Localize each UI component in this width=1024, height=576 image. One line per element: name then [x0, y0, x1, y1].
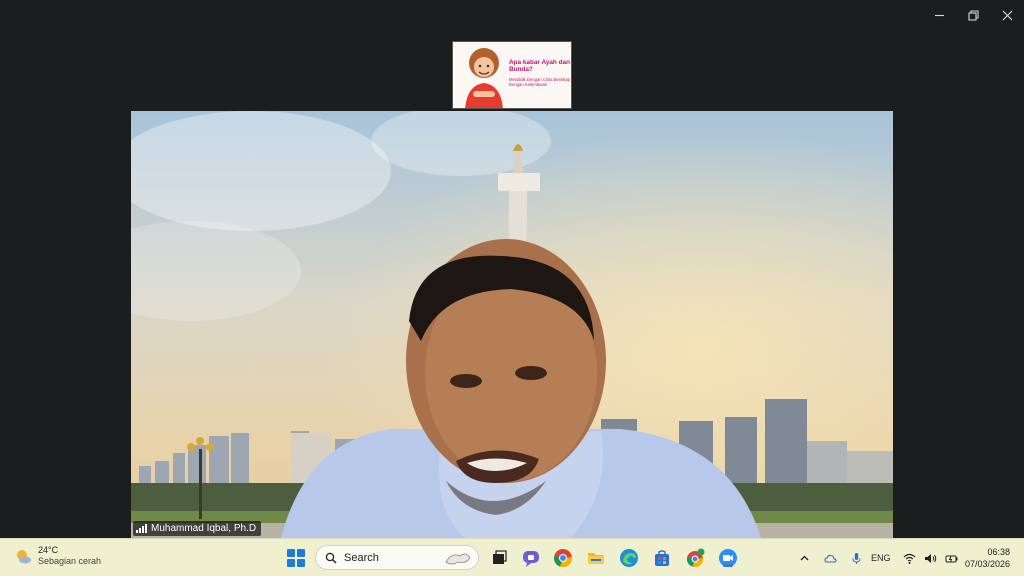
- store-icon: [655, 550, 669, 566]
- close-button[interactable]: [990, 0, 1024, 30]
- weather-widget[interactable]: 24°C Sebagian cerah: [14, 545, 101, 567]
- participant-name-tag: Muhammad Iqbal, Ph.D: [133, 521, 262, 536]
- chrome-profile-icon: [686, 548, 705, 568]
- participant-name: Muhammad Iqbal, Ph.D: [151, 523, 257, 534]
- close-icon: [1002, 10, 1012, 20]
- battery-icon: [943, 550, 959, 566]
- signal-bars-icon: [136, 524, 147, 533]
- store-button[interactable]: [651, 547, 673, 569]
- weather-desc: Sebagian cerah: [38, 556, 102, 566]
- clock-time: 06:38: [987, 547, 1010, 557]
- task-view-button[interactable]: [488, 547, 510, 569]
- onedrive-button[interactable]: [822, 550, 838, 566]
- chrome-button[interactable]: [552, 547, 574, 569]
- file-explorer-button[interactable]: [585, 547, 607, 569]
- thumbnail-title: Apa kabar Ayah dan Bunda?: [509, 59, 570, 73]
- quick-settings[interactable]: [901, 539, 959, 576]
- cloud-icon: [823, 554, 837, 563]
- edge-button[interactable]: [618, 547, 640, 569]
- edge-icon: [620, 549, 638, 567]
- task-view-icon: [493, 550, 507, 564]
- clock-date: 07/03/2026: [964, 559, 1010, 569]
- search-highlight-icon: [445, 553, 471, 565]
- partly-sunny-icon: [17, 550, 31, 564]
- video-frame: [131, 111, 893, 538]
- search-placeholder: Search: [344, 551, 379, 564]
- minimize-icon: [934, 14, 944, 16]
- windows-logo-pane: [287, 559, 295, 567]
- windows-logo-icon: [287, 549, 295, 557]
- thumbnail-subtitle: Mendidik Dengan Cinta Bersikap Dengan Ke…: [509, 77, 570, 87]
- active-app-indicator: [723, 564, 733, 567]
- wifi-icon: [901, 550, 917, 566]
- chrome-icon: [553, 549, 573, 568]
- chrome-profile-button[interactable]: [684, 547, 706, 569]
- taskbar: 24°C Sebagian cerah Search ENG 06:38 07/…: [0, 538, 1024, 576]
- participant-video[interactable]: Muhammad Iqbal, Ph.D: [131, 111, 893, 538]
- language-indicator[interactable]: ENG: [871, 539, 891, 576]
- weather-temp: 24°C: [38, 545, 59, 555]
- file-explorer-icon: [588, 553, 604, 564]
- shared-content-thumbnail[interactable]: Apa kabar Ayah dan Bunda? Mendidik Denga…: [452, 41, 572, 109]
- microphone-icon: [852, 552, 860, 564]
- microphone-button[interactable]: [848, 550, 864, 566]
- window-controls: [922, 0, 1024, 30]
- child-illustration: [465, 48, 503, 108]
- teams-button[interactable]: [520, 547, 542, 569]
- start-button[interactable]: [287, 549, 305, 567]
- restore-button[interactable]: [956, 0, 990, 30]
- system-tray: [796, 539, 864, 576]
- search-icon: [325, 552, 337, 563]
- clock[interactable]: 06:38 07/03/2026: [965, 546, 1010, 570]
- volume-icon: [922, 550, 938, 566]
- windows-logo-pane: [297, 549, 305, 557]
- search-box[interactable]: Search: [315, 545, 479, 570]
- windows-logo-pane: [297, 559, 305, 567]
- zoom-button[interactable]: [717, 547, 739, 569]
- minimize-button[interactable]: [922, 0, 956, 30]
- teams-icon: [523, 551, 539, 567]
- show-hidden-icons-button[interactable]: [796, 550, 812, 566]
- restore-icon: [967, 9, 979, 21]
- language-label: ENG: [871, 553, 891, 563]
- chevron-up-icon: [800, 555, 808, 560]
